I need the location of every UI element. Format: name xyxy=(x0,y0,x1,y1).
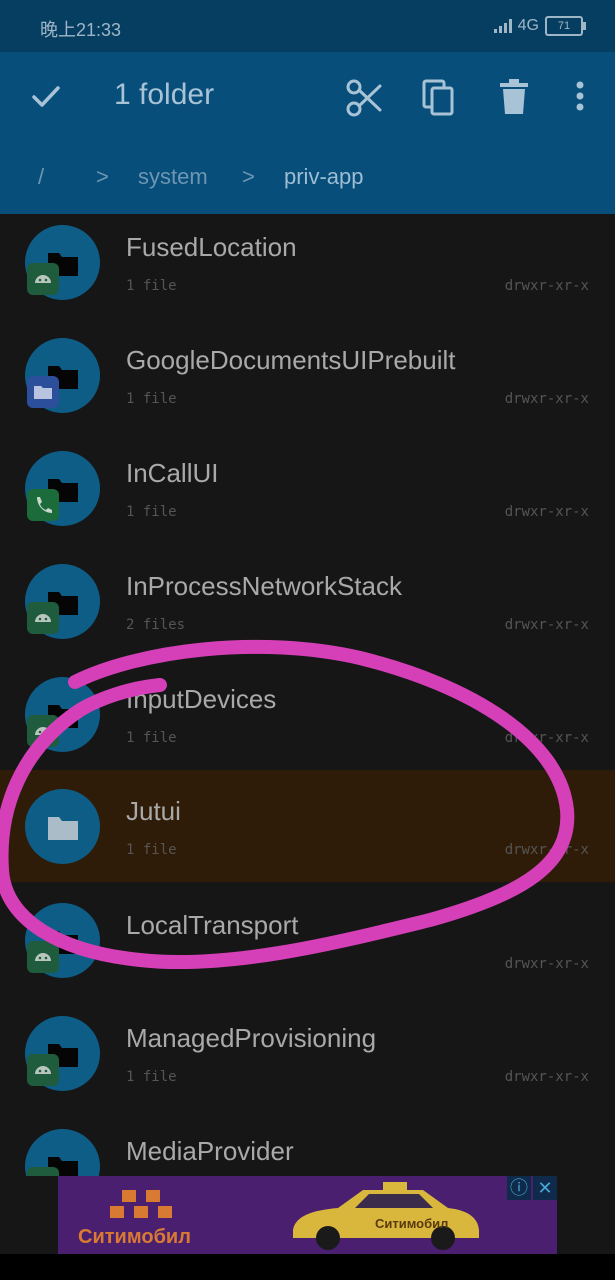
system-nav-bar xyxy=(0,1254,615,1280)
file-name: InCallUI xyxy=(126,458,219,488)
folder-avatar xyxy=(25,451,100,526)
more-options-icon[interactable] xyxy=(570,78,590,118)
status-time: 晚上21:33 xyxy=(40,20,122,40)
ad-info-icon[interactable]: ⓘ xyxy=(507,1176,531,1200)
list-item[interactable]: FusedLocation 1 file drwxr-xr-x xyxy=(0,214,615,326)
battery-icon: 71 xyxy=(545,16,586,36)
breadcrumb-root[interactable]: / xyxy=(38,164,44,190)
file-name: GoogleDocumentsUIPrebuilt xyxy=(126,345,456,375)
delete-icon[interactable] xyxy=(498,78,530,118)
file-name: ManagedProvisioning xyxy=(126,1023,377,1053)
folder-avatar xyxy=(25,225,100,300)
permissions: drwxr-xr-x xyxy=(504,391,589,407)
android-icon xyxy=(27,263,59,295)
check-icon[interactable] xyxy=(30,80,62,112)
chevron-right-icon: > xyxy=(96,164,109,189)
copy-icon[interactable] xyxy=(420,78,458,118)
crown-logo-icon xyxy=(110,1190,172,1218)
android-icon xyxy=(27,1167,59,1176)
folder-avatar xyxy=(25,1016,100,1091)
permissions: drwxr-xr-x xyxy=(504,504,589,520)
folder-avatar xyxy=(25,564,100,639)
ad-brand-text: Ситимобил xyxy=(78,1226,191,1248)
phone-icon xyxy=(27,489,59,521)
taxi-car-icon: Ситимобил xyxy=(293,1182,479,1250)
ad-banner[interactable]: Ситимобил Ситимобил ⓘ ✕ xyxy=(58,1176,557,1254)
chevron-right-icon: > xyxy=(242,164,255,189)
file-count: 1 file xyxy=(126,278,177,294)
list-item[interactable]: InCallUI 1 file drwxr-xr-x xyxy=(0,440,615,552)
car-label: Ситимобил xyxy=(375,1216,448,1231)
file-name: MediaProvider xyxy=(126,1136,294,1166)
android-icon xyxy=(27,1054,59,1086)
selection-title: 1 folder xyxy=(114,78,215,111)
file-name: InProcessNetworkStack xyxy=(126,571,402,601)
highlight-annotation xyxy=(0,639,575,970)
list-item[interactable]: ManagedProvisioning 1 file drwxr-xr-x xyxy=(0,1005,615,1117)
docs-folder-icon xyxy=(27,376,59,408)
ad-close-icon[interactable]: ✕ xyxy=(533,1176,557,1200)
signal-icon xyxy=(493,19,512,33)
file-count: 1 file xyxy=(126,504,177,520)
breadcrumb-priv-app[interactable]: priv-app xyxy=(284,164,363,190)
permissions: drwxr-xr-x xyxy=(504,278,589,294)
list-item[interactable]: MediaProvider xyxy=(0,1118,615,1176)
ad-controls: ⓘ ✕ xyxy=(507,1176,557,1200)
breadcrumb: / > system > priv-app xyxy=(0,144,615,214)
folder-avatar xyxy=(25,338,100,413)
cut-icon[interactable] xyxy=(344,78,384,118)
action-toolbar: 1 folder xyxy=(0,52,615,144)
list-item[interactable]: GoogleDocumentsUIPrebuilt 1 file drwxr-x… xyxy=(0,327,615,439)
file-name: FusedLocation xyxy=(126,232,297,262)
status-bar: 晚上21:33 4G 71 xyxy=(0,0,615,52)
file-count: 1 file xyxy=(126,1069,177,1085)
file-count: 1 file xyxy=(126,391,177,407)
breadcrumb-system[interactable]: system xyxy=(138,164,208,190)
permissions: drwxr-xr-x xyxy=(504,1069,589,1085)
status-right: 4G 71 xyxy=(493,16,586,36)
network-type: 4G xyxy=(517,17,539,34)
folder-avatar xyxy=(25,1129,100,1176)
